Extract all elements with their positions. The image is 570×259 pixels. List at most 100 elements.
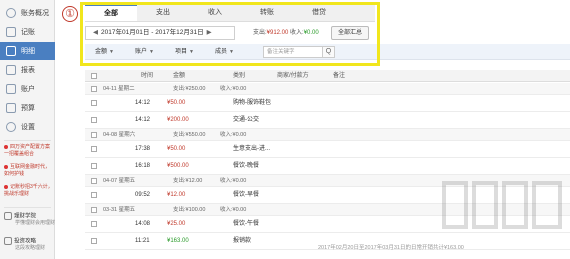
- column-header[interactable]: 金额: [173, 70, 185, 82]
- divider: [4, 207, 51, 208]
- group-date: 03-31 星期五: [103, 207, 136, 213]
- search-icon[interactable]: Q: [323, 46, 335, 58]
- sidebar-item-label: 明细: [21, 48, 35, 55]
- sidebar-item-label: 预算: [21, 105, 35, 112]
- promo-link[interactable]: 互联网金融时代，如何护钱: [4, 164, 54, 178]
- investment-guide-link[interactable]: 投资攻略 这段攻略理财: [4, 237, 56, 252]
- row-checkbox[interactable]: [91, 221, 97, 227]
- column-header[interactable]: 商家/付款方: [277, 70, 309, 82]
- filter-member[interactable]: 成员 ▼: [215, 46, 234, 58]
- filter-bar: 金额 ▼ 账户 ▼ 项目 ▼ 成员 ▼ 备注关键字 Q: [85, 44, 570, 60]
- watermark-logo: [442, 181, 562, 229]
- row-checkbox[interactable]: [91, 192, 97, 198]
- row-checkbox[interactable]: [91, 238, 97, 244]
- sidebar-item-settings[interactable]: 设置: [0, 118, 55, 136]
- row-category: 交通-公交: [233, 117, 259, 123]
- edit-icon: [6, 27, 16, 37]
- group-expense: 支出:¥550.00: [173, 132, 206, 138]
- date-range-picker[interactable]: ◀ 2017年01月01日 - 2017年12月31日 ▶: [85, 26, 235, 40]
- summary-all-button[interactable]: 全部汇总: [331, 26, 369, 40]
- group-income: 收入:¥0.00: [220, 132, 247, 138]
- table-row[interactable]: 17:38 ¥50.00 生意支出-进...: [85, 141, 570, 158]
- bullet-icon: [4, 184, 8, 189]
- group-income: 收入:¥0.00: [220, 207, 247, 213]
- filter-amount[interactable]: 金额 ▼: [95, 46, 114, 58]
- table-row[interactable]: 14:12 ¥50.00 购物-服饰鞋包: [85, 95, 570, 112]
- row-checkbox[interactable]: [91, 86, 97, 92]
- row-amount: ¥50.00: [167, 100, 186, 106]
- row-checkbox[interactable]: [91, 178, 97, 184]
- tab-expense[interactable]: 支出: [137, 4, 189, 21]
- date-group-row[interactable]: 04-08 星期六 支出:¥550.00 收入:¥0.00: [85, 129, 570, 141]
- row-checkbox[interactable]: [91, 163, 97, 169]
- sidebar-item-label: 账务概况: [21, 10, 49, 17]
- column-header[interactable]: 类别: [233, 70, 245, 82]
- column-header[interactable]: 时间: [141, 70, 153, 82]
- row-time: 14:08: [135, 221, 151, 227]
- tab-all[interactable]: 全部: [85, 4, 137, 21]
- filter-project[interactable]: 项目 ▼: [175, 46, 194, 58]
- date-group-row[interactable]: 04-11 星期二 支出:¥250.00 收入:¥0.00: [85, 83, 570, 95]
- row-category: 餐饮-早餐: [233, 192, 259, 198]
- divider: [4, 140, 51, 141]
- column-header[interactable]: 备注: [333, 70, 345, 82]
- row-checkbox[interactable]: [91, 117, 97, 123]
- group-income: 收入:¥0.00: [220, 86, 247, 92]
- row-amount: ¥163.00: [167, 238, 189, 244]
- filter-account[interactable]: 账户 ▼: [135, 46, 154, 58]
- table-row[interactable]: 14:12 ¥200.00 交通-公交: [85, 112, 570, 129]
- sidebar-item-budget[interactable]: 预算: [0, 99, 55, 117]
- row-checkbox[interactable]: [91, 146, 97, 152]
- promo-link[interactable]: 四万资产配置方案 一招覆盖组合: [4, 144, 54, 158]
- group-date: 04-08 星期六: [103, 132, 136, 138]
- next-arrow-icon[interactable]: ▶: [207, 29, 212, 36]
- table-row[interactable]: 16:18 ¥500.00 餐饮-晚餐: [85, 158, 570, 175]
- sidebar-item-label: 设置: [21, 124, 35, 131]
- account-icon: [6, 84, 16, 94]
- tab-transfer[interactable]: 转账: [241, 4, 293, 21]
- footer-summary: 2017年02月20日至2017年03月31日的日常开销共计¥163.00: [318, 245, 464, 251]
- period-summary: 支出:¥912.00 收入:¥0.00: [253, 30, 319, 36]
- gear-icon: [6, 122, 16, 132]
- row-time: 16:18: [135, 163, 151, 169]
- row-category: 购物-服饰鞋包: [233, 100, 271, 106]
- group-expense: 支出:¥100.00: [173, 207, 206, 213]
- annotation-marker: ①: [62, 6, 78, 22]
- guide-icon: [4, 237, 12, 245]
- select-all-checkbox[interactable]: [91, 73, 97, 79]
- row-checkbox[interactable]: [91, 207, 97, 213]
- expense-total: ¥912.00: [266, 30, 289, 36]
- date-range-text: 2017年01月01日 - 2017年12月31日: [101, 29, 204, 36]
- row-amount: ¥25.00: [167, 221, 186, 227]
- sidebar-item-label: 账户: [21, 86, 35, 93]
- finance-academy-link[interactable]: 理财学院 学懂理财会用理财: [4, 212, 56, 227]
- date-range-row: ◀ 2017年01月01日 - 2017年12月31日 ▶ 支出:¥912.00 收…: [85, 24, 375, 42]
- bullet-icon: [4, 144, 8, 149]
- sidebar-item-label: 报表: [21, 67, 35, 74]
- row-time: 14:12: [135, 100, 151, 106]
- group-date: 04-07 星期五: [103, 178, 136, 184]
- caret-down-icon: ▼: [149, 49, 154, 55]
- caret-down-icon: ▼: [229, 49, 234, 55]
- tab-income[interactable]: 收入: [189, 4, 241, 21]
- row-amount: ¥500.00: [167, 163, 189, 169]
- row-checkbox[interactable]: [91, 100, 97, 106]
- sidebar-item-reports[interactable]: 报表: [0, 61, 55, 79]
- row-time: 14:12: [135, 117, 151, 123]
- academy-icon: [4, 212, 12, 220]
- detail-icon: [6, 46, 16, 56]
- promo-link[interactable]: 记账秒招3千六计，挑战乐理财: [4, 184, 54, 198]
- group-expense: 支出:¥12.00: [173, 178, 203, 184]
- sidebar-item-details[interactable]: 明细: [0, 42, 55, 60]
- note-search-input[interactable]: 备注关键字: [263, 46, 323, 58]
- prev-arrow-icon[interactable]: ◀: [93, 29, 98, 36]
- sidebar-item-bookkeeping[interactable]: 记账: [0, 23, 55, 41]
- sidebar: 账务概况 记账 明细 报表 账户 预算 设置 四万资产配置方案 一招覆盖组合 互…: [0, 0, 55, 259]
- group-date: 04-11 星期二: [103, 86, 135, 92]
- type-tabs: 全部 支出 收入 转账 借贷: [85, 4, 375, 22]
- row-category: 餐饮-晚餐: [233, 163, 259, 169]
- sidebar-item-accounts[interactable]: 账户: [0, 80, 55, 98]
- sidebar-item-overview[interactable]: 账务概况: [0, 4, 55, 22]
- tab-loan[interactable]: 借贷: [293, 4, 345, 21]
- row-checkbox[interactable]: [91, 132, 97, 138]
